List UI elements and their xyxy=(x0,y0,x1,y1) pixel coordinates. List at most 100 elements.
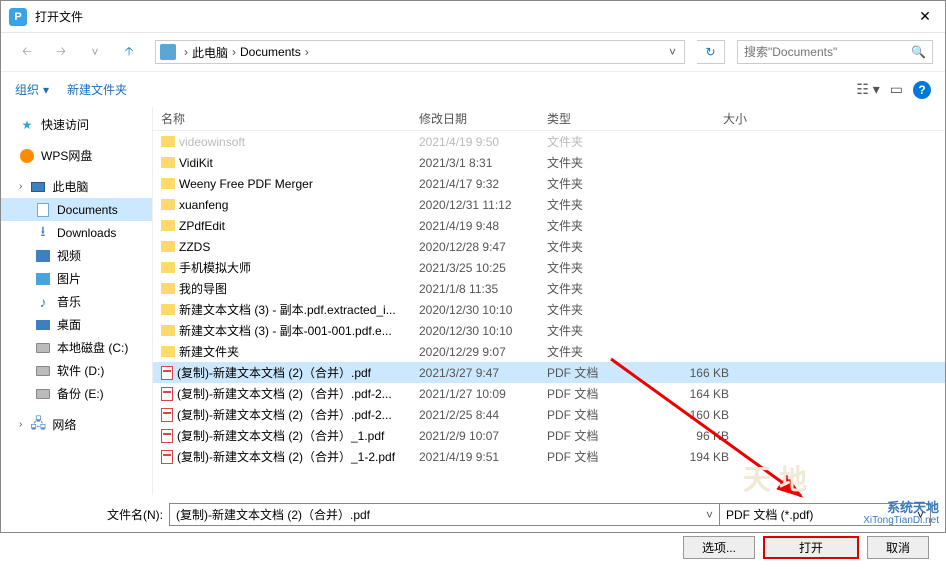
file-type: 文件夹 xyxy=(541,280,653,297)
organize-menu[interactable]: 组织 ▾ xyxy=(15,81,49,98)
sidebar-item-label: WPS网盘 xyxy=(41,147,92,164)
sidebar-item[interactable]: 备份 (E:) xyxy=(1,382,152,405)
back-button[interactable]: 🡠 xyxy=(13,39,41,65)
file-type: 文件夹 xyxy=(541,133,653,150)
file-row[interactable]: 新建文本文档 (3) - 副本.pdf.extracted_i...2020/1… xyxy=(153,299,945,320)
folder-icon xyxy=(161,178,175,189)
breadcrumb[interactable]: › 此电脑 › Documents › ˅ xyxy=(155,40,685,64)
toolbar: 组织 ▾ 新建文件夹 ☷ ▾ ▭ ? xyxy=(1,71,945,107)
file-type: 文件夹 xyxy=(541,217,653,234)
help-button[interactable]: ? xyxy=(913,81,931,99)
file-row[interactable]: ZPdfEdit2021/4/19 9:48文件夹 xyxy=(153,215,945,236)
cancel-button[interactable]: 取消 xyxy=(867,536,929,559)
file-row[interactable]: xuanfeng2020/12/31 11:12文件夹 xyxy=(153,194,945,215)
sidebar-item-label: 桌面 xyxy=(57,316,81,333)
drive-icon xyxy=(35,363,51,379)
breadcrumb-dropdown[interactable]: ˅ xyxy=(665,45,680,59)
search-input[interactable] xyxy=(744,45,911,59)
doc-icon xyxy=(35,202,51,218)
breadcrumb-folder[interactable]: Documents xyxy=(240,45,301,59)
file-row[interactable]: 新建文本文档 (3) - 副本-001-001.pdf.e...2020/12/… xyxy=(153,320,945,341)
sidebar-item[interactable]: 视频 xyxy=(1,244,152,267)
file-date: 2021/1/8 11:35 xyxy=(413,282,541,296)
file-row[interactable]: 新建文件夹2020/12/29 9:07文件夹 xyxy=(153,341,945,362)
column-size[interactable]: 大小 xyxy=(653,110,753,127)
sidebar-item-label: 此电脑 xyxy=(52,178,88,195)
sidebar-item[interactable]: ›此电脑 xyxy=(1,175,152,198)
sidebar-item[interactable]: 软件 (D:) xyxy=(1,359,152,382)
wps-icon xyxy=(19,148,35,164)
sidebar-item[interactable]: ⭳Downloads xyxy=(1,221,152,244)
search-icon[interactable]: 🔍 xyxy=(911,45,926,59)
file-name: (复制)-新建文本文档 (2)（合并）.pdf xyxy=(177,364,371,381)
new-folder-button[interactable]: 新建文件夹 xyxy=(67,81,127,98)
open-button[interactable]: 打开 xyxy=(763,536,859,559)
main-content: ★快速访问 WPS网盘 ›此电脑Documents⭳Downloads视频图片♪音乐… xyxy=(1,107,945,495)
up-button[interactable]: 🡡 xyxy=(115,39,143,65)
folder-icon xyxy=(161,283,175,294)
file-name: 新建文本文档 (3) - 副本-001-001.pdf.e... xyxy=(179,322,392,339)
file-name: (复制)-新建文本文档 (2)（合并）_1-2.pdf xyxy=(177,448,395,465)
chevron-right-icon: › xyxy=(232,45,236,59)
sidebar-item[interactable]: 桌面 xyxy=(1,313,152,336)
filename-input[interactable] xyxy=(169,503,720,526)
pdf-icon xyxy=(161,387,173,401)
forward-button[interactable]: 🡢 xyxy=(47,39,75,65)
view-options-button[interactable]: ☷ ▾ xyxy=(856,81,879,98)
window-title: 打开文件 xyxy=(35,8,913,25)
sidebar-item[interactable]: 本地磁盘 (C:) xyxy=(1,336,152,359)
folder-icon xyxy=(161,157,175,168)
folder-icon xyxy=(161,241,175,252)
file-row[interactable]: ZZDS2020/12/28 9:47文件夹 xyxy=(153,236,945,257)
file-row[interactable]: 手机模拟大师2021/3/25 10:25文件夹 xyxy=(153,257,945,278)
chevron-right-icon: › xyxy=(305,45,309,59)
sidebar-item[interactable]: ›🖧网络 xyxy=(1,413,152,436)
file-row[interactable]: (复制)-新建文本文档 (2)（合并）.pdf2021/3/27 9:47PDF… xyxy=(153,362,945,383)
refresh-button[interactable]: ↻ xyxy=(697,40,725,64)
search-box[interactable]: 🔍 xyxy=(737,40,933,64)
sidebar-item[interactable]: WPS网盘 xyxy=(1,144,152,167)
breadcrumb-root[interactable]: 此电脑 xyxy=(192,44,228,61)
column-name[interactable]: 名称 xyxy=(155,110,413,127)
file-name: xuanfeng xyxy=(179,198,228,212)
title-bar: P 打开文件 ✕ xyxy=(1,1,945,33)
bottom-panel: 文件名(N): ˅ PDF 文档 (*.pdf) ˅ 选项... 打开 取消 xyxy=(1,495,945,569)
sidebar-item[interactable]: ★快速访问 xyxy=(1,113,152,136)
options-button[interactable]: 选项... xyxy=(683,536,755,559)
file-type: 文件夹 xyxy=(541,343,653,360)
file-row[interactable]: Weeny Free PDF Merger2021/4/17 9:32文件夹 xyxy=(153,173,945,194)
close-button[interactable]: ✕ xyxy=(913,8,937,25)
file-type: 文件夹 xyxy=(541,175,653,192)
file-row[interactable]: VidiKit2021/3/1 8:31文件夹 xyxy=(153,152,945,173)
video-icon xyxy=(35,248,51,264)
file-row[interactable]: videowinsoft2021/4/19 9:50文件夹 xyxy=(153,131,945,152)
pdf-icon xyxy=(161,408,173,422)
file-name: 手机模拟大师 xyxy=(179,259,251,276)
sidebar-item-label: 备份 (E:) xyxy=(57,385,104,402)
chevron-down-icon: ˅ xyxy=(917,508,924,522)
chevron-down-icon: ▾ xyxy=(43,83,49,97)
sidebar-item[interactable]: 图片 xyxy=(1,267,152,290)
pc-icon xyxy=(160,44,176,60)
file-row[interactable]: (复制)-新建文本文档 (2)（合并）_1-2.pdf 2021/4/19 9:5… xyxy=(153,446,945,467)
file-date: 2020/12/28 9:47 xyxy=(413,240,541,254)
file-row[interactable]: 我的导图2021/1/8 11:35文件夹 xyxy=(153,278,945,299)
sidebar: ★快速访问 WPS网盘 ›此电脑Documents⭳Downloads视频图片♪音乐… xyxy=(1,107,153,495)
recent-dropdown[interactable]: ˅ xyxy=(81,39,109,65)
file-row[interactable]: (复制)-新建文本文档 (2)（合并）_1.pdf2021/2/9 10:07P… xyxy=(153,425,945,446)
column-date[interactable]: 修改日期 xyxy=(413,110,541,127)
preview-pane-button[interactable]: ▭ xyxy=(890,81,903,98)
column-type[interactable]: 类型 xyxy=(541,110,653,127)
file-list: videowinsoft2021/4/19 9:50文件夹VidiKit2021… xyxy=(153,131,945,495)
file-type-filter[interactable]: PDF 文档 (*.pdf) ˅ xyxy=(719,503,931,526)
file-date: 2021/4/19 9:51 xyxy=(413,450,541,464)
file-date: 2020/12/31 11:12 xyxy=(413,198,541,212)
sidebar-item[interactable]: ♪音乐 xyxy=(1,290,152,313)
file-row[interactable]: (复制)-新建文本文档 (2)（合并）.pdf-2...2021/2/25 8:… xyxy=(153,404,945,425)
file-row[interactable]: (复制)-新建文本文档 (2)（合并）.pdf-2...2021/1/27 10… xyxy=(153,383,945,404)
net-icon: 🖧 xyxy=(30,417,46,433)
down-icon: ⭳ xyxy=(35,225,51,241)
file-name: VidiKit xyxy=(179,156,213,170)
file-date: 2020/12/30 10:10 xyxy=(413,303,541,317)
sidebar-item[interactable]: Documents xyxy=(1,198,152,221)
